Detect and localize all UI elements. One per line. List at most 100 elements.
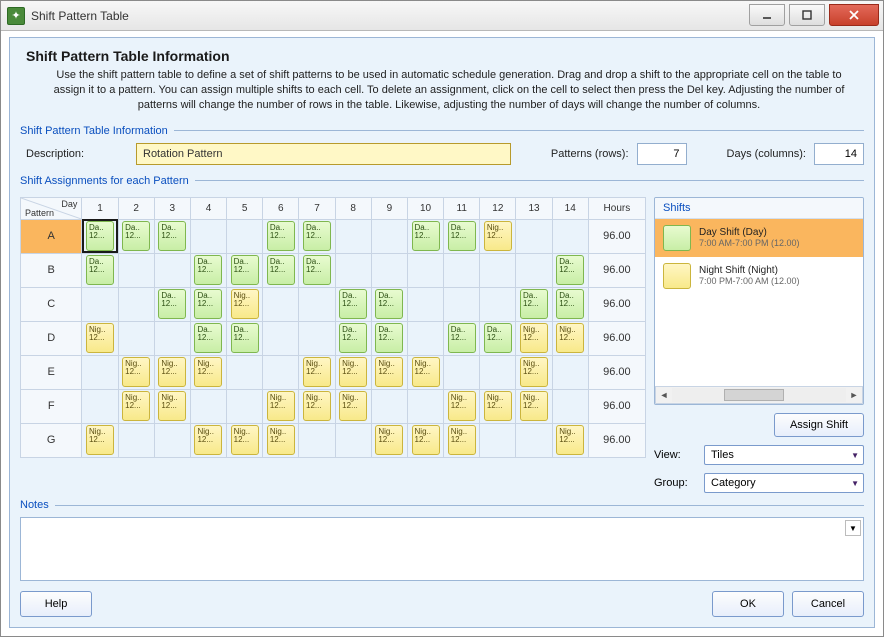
grid-cell[interactable] bbox=[190, 389, 226, 423]
day-shift-chip[interactable]: Da..12... bbox=[231, 323, 259, 353]
grid-cell[interactable] bbox=[480, 253, 516, 287]
grid-cell[interactable] bbox=[335, 423, 371, 457]
grid-cell[interactable] bbox=[407, 389, 443, 423]
grid-cell[interactable]: Nig..12... bbox=[516, 389, 552, 423]
day-shift-chip[interactable]: Da..12... bbox=[448, 323, 476, 353]
grid-cell[interactable]: Da..12... bbox=[480, 321, 516, 355]
grid-cell[interactable] bbox=[371, 253, 407, 287]
day-shift-chip[interactable]: Da..12... bbox=[484, 323, 512, 353]
grid-cell[interactable]: Da..12... bbox=[299, 219, 335, 253]
grid-cell[interactable] bbox=[227, 355, 263, 389]
grid-day-header[interactable]: 3 bbox=[154, 197, 190, 219]
grid-day-header[interactable]: 9 bbox=[371, 197, 407, 219]
grid-cell[interactable]: Nig..12... bbox=[82, 423, 118, 457]
grid-cell[interactable] bbox=[190, 219, 226, 253]
day-shift-chip[interactable]: Da..12... bbox=[194, 323, 222, 353]
day-shift-chip[interactable]: Da..12... bbox=[375, 289, 403, 319]
grid-cell[interactable]: Da..12... bbox=[190, 321, 226, 355]
grid-row-header[interactable]: A bbox=[21, 219, 82, 253]
grid-cell[interactable] bbox=[82, 287, 118, 321]
grid-cell[interactable] bbox=[480, 355, 516, 389]
grid-row-header[interactable]: F bbox=[21, 389, 82, 423]
day-shift-chip[interactable]: Da..12... bbox=[231, 255, 259, 285]
day-shift-chip[interactable]: Da..12... bbox=[448, 221, 476, 251]
grid-day-header[interactable]: 6 bbox=[263, 197, 299, 219]
grid-cell[interactable]: Da..12... bbox=[190, 253, 226, 287]
scroll-right-icon[interactable]: ► bbox=[846, 387, 862, 403]
night-shift-chip[interactable]: Nig..12... bbox=[556, 425, 584, 455]
grid-cell[interactable]: Da..12... bbox=[118, 219, 154, 253]
grid-cell[interactable] bbox=[407, 321, 443, 355]
night-shift-chip[interactable]: Nig..12... bbox=[484, 391, 512, 421]
night-shift-chip[interactable]: Nig..12... bbox=[520, 357, 548, 387]
shifts-scrollbar[interactable]: ◄ ► bbox=[655, 386, 863, 404]
group-combo[interactable]: Category ▼ bbox=[704, 473, 864, 493]
night-shift-chip[interactable]: Nig..12... bbox=[86, 323, 114, 353]
night-shift-chip[interactable]: Nig..12... bbox=[303, 357, 331, 387]
night-shift-chip[interactable]: Nig..12... bbox=[86, 425, 114, 455]
notes-textarea[interactable]: ▼ bbox=[20, 517, 864, 581]
grid-cell[interactable]: Nig..12... bbox=[335, 389, 371, 423]
night-shift-chip[interactable]: Nig..12... bbox=[267, 391, 295, 421]
grid-cell[interactable]: Da..12... bbox=[407, 219, 443, 253]
grid-row-header[interactable]: C bbox=[21, 287, 82, 321]
grid-day-header[interactable]: 2 bbox=[118, 197, 154, 219]
grid-cell[interactable]: Da..12... bbox=[335, 287, 371, 321]
grid-day-header[interactable]: 8 bbox=[335, 197, 371, 219]
grid-cell[interactable]: Nig..12... bbox=[480, 389, 516, 423]
grid-cell[interactable] bbox=[516, 253, 552, 287]
grid-cell[interactable]: Da..12... bbox=[335, 321, 371, 355]
grid-cell[interactable] bbox=[118, 423, 154, 457]
grid-cell[interactable]: Nig..12... bbox=[552, 321, 588, 355]
grid-cell[interactable] bbox=[552, 219, 588, 253]
night-shift-chip[interactable]: Nig..12... bbox=[158, 391, 186, 421]
grid-day-header[interactable]: 7 bbox=[299, 197, 335, 219]
days-input[interactable] bbox=[814, 143, 864, 165]
notes-dropdown-icon[interactable]: ▼ bbox=[845, 520, 861, 536]
night-shift-chip[interactable]: Nig..12... bbox=[194, 425, 222, 455]
shift-list-item[interactable]: Day Shift (Day)7:00 AM-7:00 PM (12.00) bbox=[655, 219, 863, 257]
grid-cell[interactable] bbox=[118, 253, 154, 287]
night-shift-chip[interactable]: Nig..12... bbox=[194, 357, 222, 387]
grid-cell[interactable]: Da..12... bbox=[371, 321, 407, 355]
grid-day-header[interactable]: 4 bbox=[190, 197, 226, 219]
night-shift-chip[interactable]: Nig..12... bbox=[158, 357, 186, 387]
night-shift-chip[interactable]: Nig..12... bbox=[448, 425, 476, 455]
grid-cell[interactable] bbox=[118, 321, 154, 355]
night-shift-chip[interactable]: Nig..12... bbox=[122, 357, 150, 387]
grid-cell[interactable] bbox=[227, 389, 263, 423]
day-shift-chip[interactable]: Da..12... bbox=[86, 221, 114, 251]
grid-cell[interactable] bbox=[371, 219, 407, 253]
grid-cell[interactable] bbox=[444, 253, 480, 287]
pattern-grid[interactable]: DayPattern1234567891011121314HoursADa..1… bbox=[20, 197, 646, 458]
night-shift-chip[interactable]: Nig..12... bbox=[375, 357, 403, 387]
grid-cell[interactable]: Nig..12... bbox=[299, 355, 335, 389]
ok-button[interactable]: OK bbox=[712, 591, 784, 617]
grid-cell[interactable]: Nig..12... bbox=[516, 321, 552, 355]
grid-day-header[interactable]: 13 bbox=[516, 197, 552, 219]
grid-cell[interactable]: Nig..12... bbox=[407, 355, 443, 389]
grid-cell[interactable] bbox=[516, 423, 552, 457]
grid-cell[interactable]: Da..12... bbox=[82, 253, 118, 287]
grid-cell[interactable]: Da..12... bbox=[154, 219, 190, 253]
grid-cell[interactable] bbox=[154, 423, 190, 457]
grid-cell[interactable]: Nig..12... bbox=[190, 355, 226, 389]
grid-cell[interactable]: Nig..12... bbox=[516, 355, 552, 389]
grid-cell[interactable] bbox=[407, 287, 443, 321]
night-shift-chip[interactable]: Nig..12... bbox=[122, 391, 150, 421]
night-shift-chip[interactable]: Nig..12... bbox=[267, 425, 295, 455]
grid-cell[interactable]: Nig..12... bbox=[480, 219, 516, 253]
grid-cell[interactable] bbox=[154, 321, 190, 355]
grid-cell[interactable]: Da..12... bbox=[371, 287, 407, 321]
grid-cell[interactable] bbox=[82, 389, 118, 423]
night-shift-chip[interactable]: Nig..12... bbox=[231, 289, 259, 319]
night-shift-chip[interactable]: Nig..12... bbox=[448, 391, 476, 421]
day-shift-chip[interactable]: Da..12... bbox=[194, 289, 222, 319]
grid-cell[interactable]: Da..12... bbox=[227, 321, 263, 355]
grid-day-header[interactable]: 12 bbox=[480, 197, 516, 219]
grid-cell[interactable]: Nig..12... bbox=[407, 423, 443, 457]
night-shift-chip[interactable]: Nig..12... bbox=[412, 425, 440, 455]
night-shift-chip[interactable]: Nig..12... bbox=[231, 425, 259, 455]
day-shift-chip[interactable]: Da..12... bbox=[375, 323, 403, 353]
day-shift-chip[interactable]: Da..12... bbox=[339, 289, 367, 319]
